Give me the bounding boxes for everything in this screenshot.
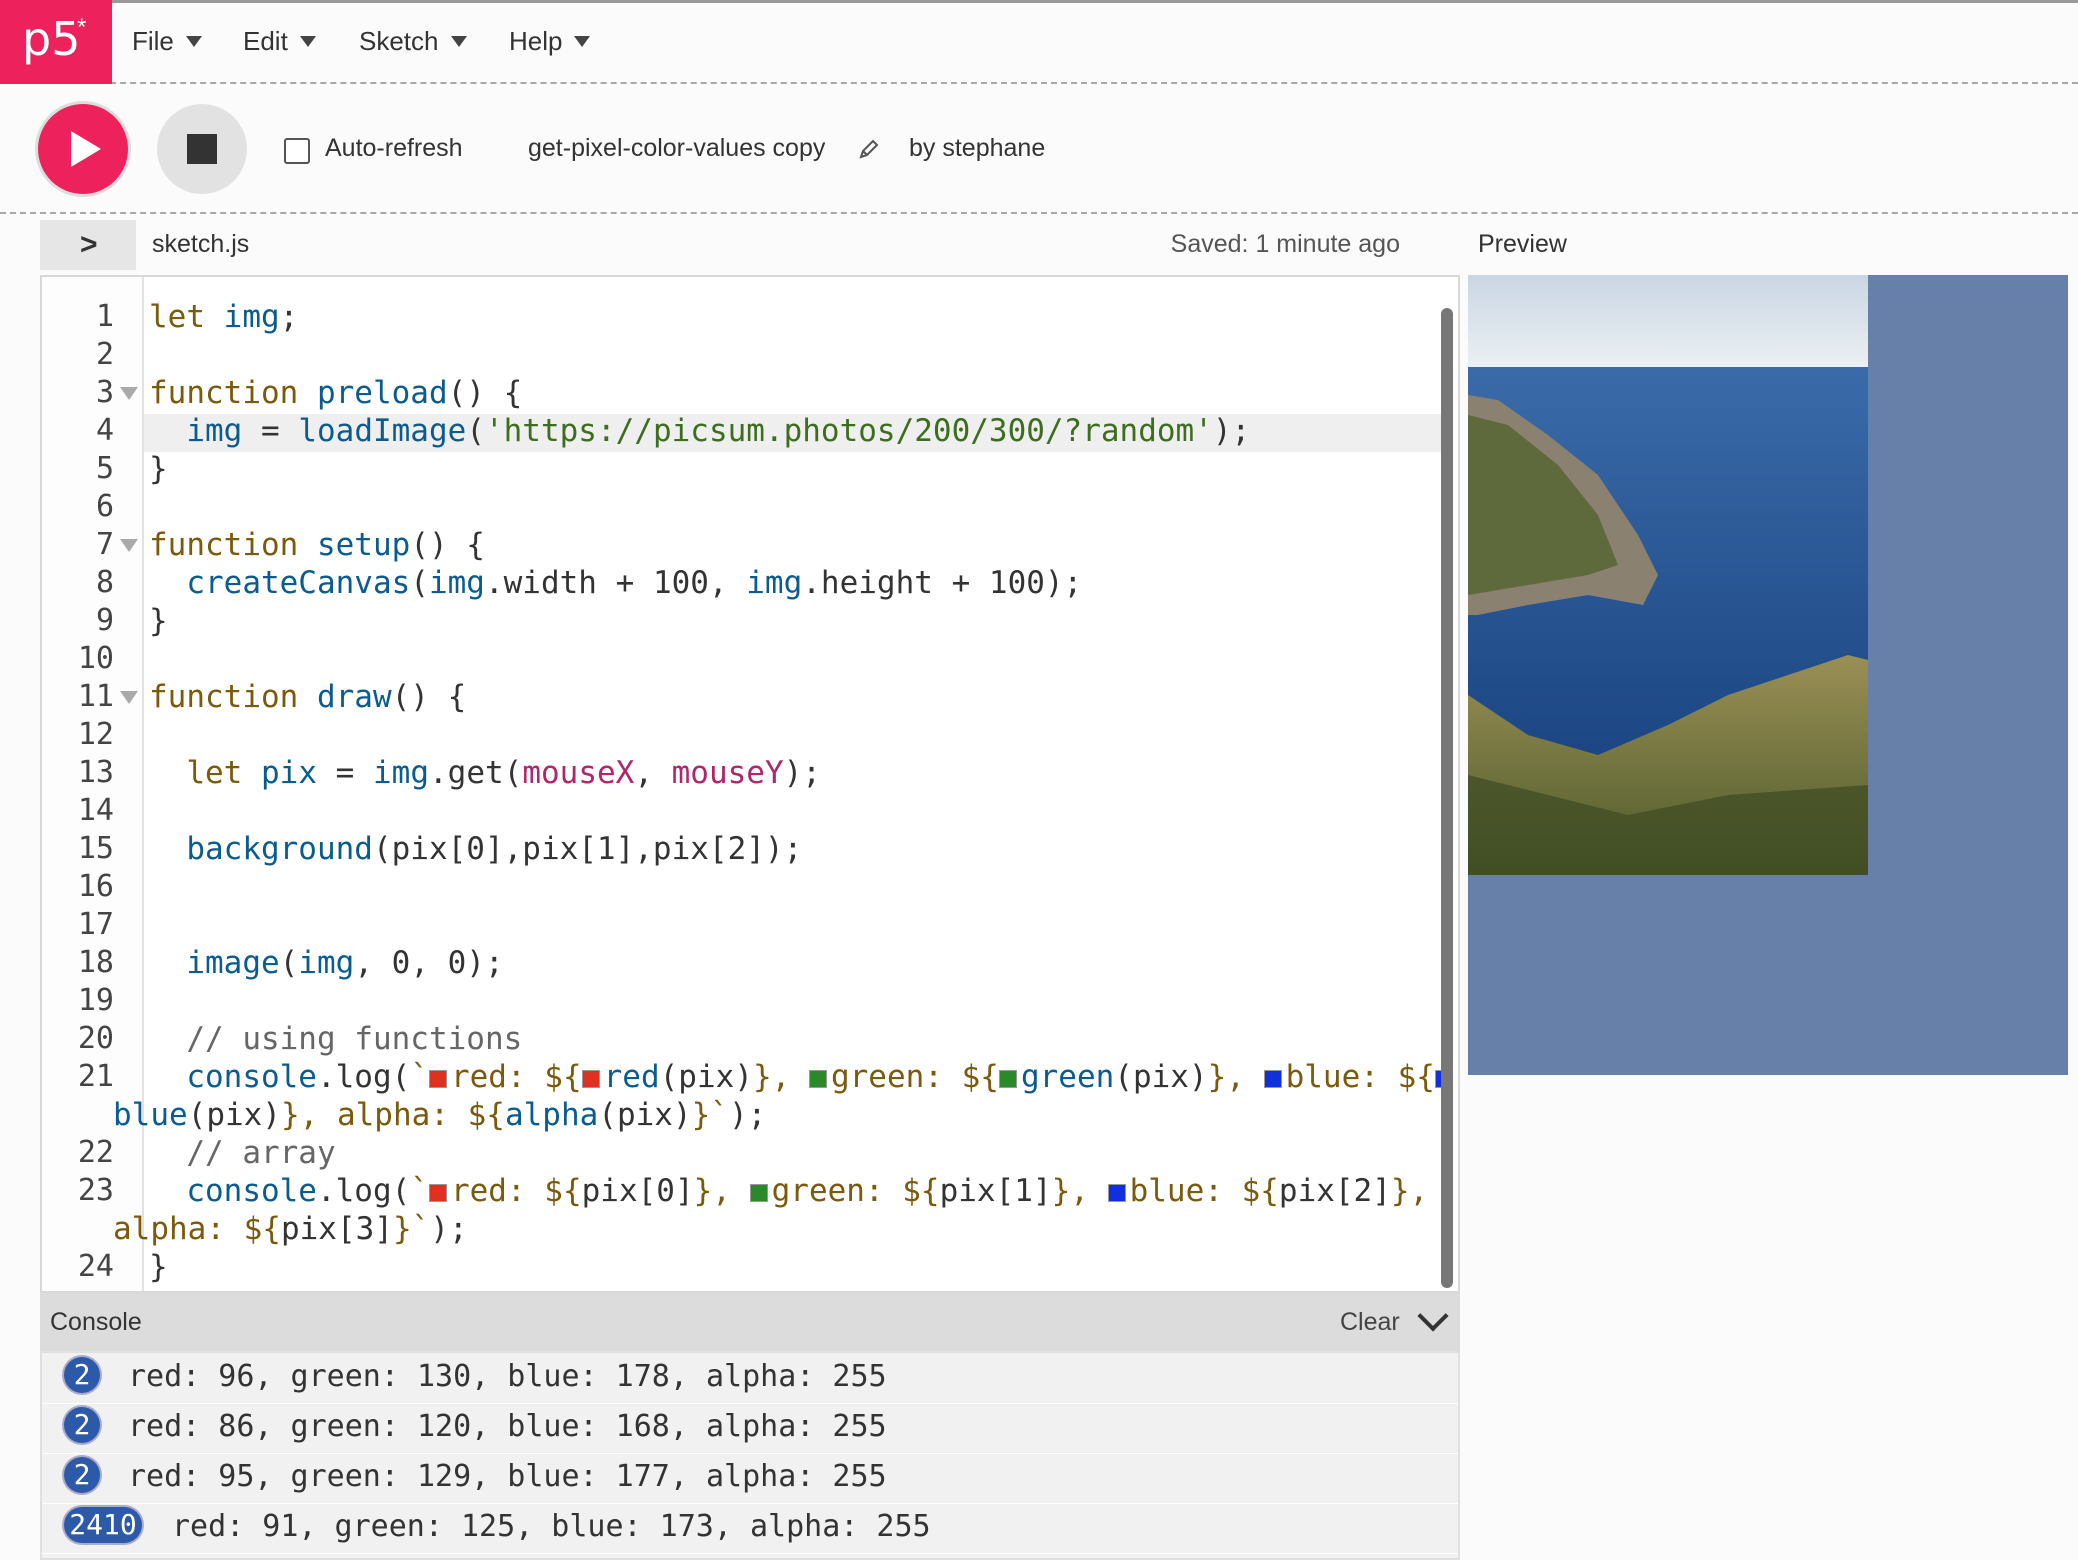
- code-line[interactable]: let pix = img.get(mouseX, mouseY);: [149, 754, 821, 792]
- code-line[interactable]: image(img, 0, 0);: [149, 944, 503, 982]
- code-line[interactable]: function setup() {: [149, 526, 485, 564]
- chevron-down-icon[interactable]: [1417, 1300, 1449, 1332]
- line-number: 4: [95, 413, 114, 448]
- code-line[interactable]: alpha: ${pix[3]}`);: [113, 1210, 468, 1248]
- line-number: 15: [77, 831, 114, 866]
- fold-arrow-icon[interactable]: [120, 387, 138, 400]
- sidebar-toggle-button[interactable]: >: [40, 220, 136, 270]
- preview-image: [1468, 275, 1868, 875]
- preview-title: Preview: [1478, 230, 1567, 258]
- p5-logo[interactable]: p5 *: [0, 0, 112, 84]
- console-header: Console Clear: [40, 1293, 1460, 1351]
- line-number: 11: [77, 679, 114, 714]
- code-line[interactable]: function draw() {: [149, 678, 466, 716]
- line-number: 5: [95, 451, 114, 486]
- auto-refresh-checkbox[interactable]: [284, 138, 310, 164]
- console-message: red: 86, green: 120, blue: 168, alpha: 2…: [128, 1409, 887, 1444]
- repeat-count-badge: 2: [64, 1357, 100, 1393]
- file-name: sketch.js: [152, 230, 250, 258]
- console-entry: 2 red: 95, green: 129, blue: 177, alpha:…: [42, 1453, 1458, 1504]
- console-clear-button[interactable]: Clear: [1340, 1308, 1400, 1337]
- console-entry: 2 red: 86, green: 120, blue: 168, alpha:…: [42, 1403, 1458, 1454]
- line-number: 19: [77, 983, 114, 1018]
- console-title: Console: [50, 1308, 142, 1336]
- line-number: 10: [77, 641, 114, 676]
- saved-status: Saved: 1 minute ago: [1170, 230, 1400, 258]
- line-number: 20: [77, 1021, 114, 1056]
- menu-edit-label: Edit: [243, 26, 288, 56]
- line-number: 7: [95, 527, 114, 562]
- play-button[interactable]: [38, 104, 128, 194]
- fold-arrow-icon[interactable]: [120, 691, 138, 704]
- code-line[interactable]: createCanvas(img.width + 100, img.height…: [149, 564, 1082, 602]
- repeat-count-badge: 2: [64, 1407, 100, 1443]
- line-number: 23: [77, 1173, 114, 1208]
- pencil-icon[interactable]: [858, 138, 880, 165]
- editor-scrollbar[interactable]: [1441, 308, 1453, 1288]
- code-line[interactable]: }: [149, 1248, 168, 1286]
- line-number: 2: [95, 337, 114, 372]
- menu-file-label: File: [132, 26, 174, 56]
- line-number: 17: [77, 907, 114, 942]
- line-number: 18: [77, 945, 114, 980]
- line-number: 24: [77, 1249, 114, 1284]
- menu-edit[interactable]: Edit: [243, 26, 316, 57]
- logo-text: p5: [22, 12, 81, 66]
- stop-button[interactable]: [157, 104, 247, 194]
- code-line[interactable]: // using functions: [149, 1020, 522, 1058]
- line-number: 13: [77, 755, 114, 790]
- fold-arrow-icon[interactable]: [120, 539, 138, 552]
- console-message: red: 96, green: 130, blue: 178, alpha: 2…: [128, 1359, 887, 1394]
- line-number: 14: [77, 793, 114, 828]
- repeat-count-badge: 2410: [64, 1507, 142, 1543]
- line-number: 1: [95, 299, 114, 334]
- logo-star: *: [77, 14, 87, 41]
- code-line[interactable]: function preload() {: [149, 374, 522, 412]
- menu-help-label: Help: [509, 26, 563, 56]
- code-line[interactable]: }: [149, 602, 168, 640]
- line-number: 9: [95, 603, 114, 638]
- console-message: red: 95, green: 129, blue: 177, alpha: 2…: [128, 1459, 887, 1494]
- menu-help[interactable]: Help: [509, 26, 591, 57]
- caret-down-icon: [574, 36, 591, 47]
- author-label[interactable]: by stephane: [909, 134, 1045, 163]
- code-line[interactable]: img = loadImage('https://picsum.photos/2…: [149, 412, 1250, 450]
- code-line[interactable]: let img;: [149, 298, 298, 336]
- line-number: 21: [77, 1059, 114, 1094]
- caret-down-icon: [450, 36, 467, 47]
- auto-refresh-label[interactable]: Auto-refresh: [325, 134, 463, 163]
- code-line[interactable]: console.log(` red: ${red(pix)}, green: ${…: [149, 1058, 1457, 1096]
- menu-file[interactable]: File: [132, 26, 202, 57]
- code-line[interactable]: console.log(` red: ${pix[0]}, green: ${pi…: [149, 1172, 1428, 1210]
- console-entry: 2410 red: 91, green: 125, blue: 173, alp…: [42, 1503, 1458, 1554]
- code-line[interactable]: blue(pix)}, alpha: ${alpha(pix)}`);: [113, 1096, 766, 1134]
- line-number: 6: [95, 489, 114, 524]
- console-output[interactable]: 2 red: 96, green: 130, blue: 178, alpha:…: [40, 1351, 1460, 1560]
- line-number: 12: [77, 717, 114, 752]
- repeat-count-badge: 2: [64, 1457, 100, 1493]
- console-entry: 2 red: 96, green: 130, blue: 178, alpha:…: [42, 1353, 1458, 1404]
- code-line[interactable]: background(pix[0],pix[1],pix[2]);: [149, 830, 802, 868]
- sketch-name[interactable]: get-pixel-color-values copy: [528, 134, 825, 163]
- code-editor[interactable]: 1 2 3 4 5 6 7 8 9 10 11 12 13 14 15 16 1…: [40, 275, 1460, 1293]
- line-number: 3: [95, 375, 114, 410]
- line-number: 8: [95, 565, 114, 600]
- code-line[interactable]: }: [149, 450, 168, 488]
- console-message: red: 91, green: 125, blue: 173, alpha: 2…: [172, 1509, 931, 1544]
- caret-down-icon: [185, 36, 202, 47]
- menu-sketch[interactable]: Sketch: [359, 26, 467, 57]
- menu-sketch-label: Sketch: [359, 26, 439, 56]
- line-number: 16: [77, 869, 114, 904]
- caret-down-icon: [299, 36, 316, 47]
- code-line[interactable]: // array: [149, 1134, 335, 1172]
- line-number: 22: [77, 1135, 114, 1170]
- chevron-right-icon: >: [80, 228, 98, 261]
